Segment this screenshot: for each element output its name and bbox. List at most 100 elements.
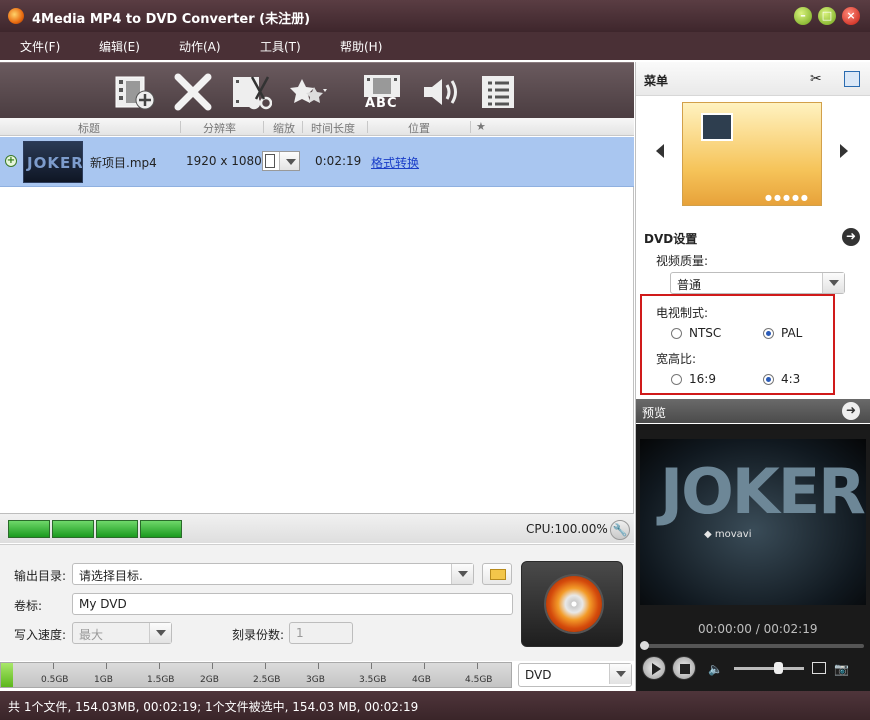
- quality-select[interactable]: 普通: [670, 272, 845, 294]
- capacity-tick-mark: [371, 663, 372, 669]
- col-resolution[interactable]: 分辨率: [203, 120, 236, 136]
- disc-capacity-bar: 0.5GB 1GB 1.5GB 2GB 2.5GB 3GB 3.5GB 4GB 4.5GB: [0, 662, 512, 688]
- capacity-tick-label: 1GB: [94, 675, 113, 685]
- menu-tools[interactable]: 工具(T): [260, 38, 301, 55]
- chevron-down-icon[interactable]: [609, 664, 631, 684]
- expand-icon[interactable]: +: [5, 155, 17, 167]
- col-duration[interactable]: 时间长度: [311, 120, 355, 136]
- chevron-down-icon[interactable]: [822, 273, 844, 293]
- radio-pal[interactable]: [763, 328, 774, 339]
- browse-folder-button[interactable]: [482, 563, 512, 585]
- play-button[interactable]: [642, 656, 666, 680]
- speed-select[interactable]: 最大: [72, 622, 172, 644]
- radio-16-9-label: 16:9: [689, 372, 716, 386]
- col-star[interactable]: ★: [476, 120, 486, 133]
- menu-action[interactable]: 动作(A): [179, 38, 221, 55]
- output-dir-combo[interactable]: 请选择目标.: [72, 563, 474, 585]
- capacity-tick-label: 4GB: [412, 675, 431, 685]
- radio-4-3-label: 4:3: [781, 372, 801, 386]
- capacity-tick-mark: [424, 663, 425, 669]
- capacity-tick-mark: [212, 663, 213, 669]
- meter-segment: [140, 520, 182, 538]
- snapshot-icon[interactable]: 📷: [834, 662, 849, 676]
- clip-button[interactable]: [230, 73, 273, 111]
- cpu-usage: CPU:100.00%: [526, 522, 608, 536]
- preview-time: 00:00:00 / 00:02:19: [698, 622, 818, 636]
- volume-slider[interactable]: [734, 667, 804, 670]
- radio-pal-label: PAL: [781, 326, 803, 340]
- menu-edit[interactable]: 编辑(E): [99, 38, 140, 55]
- title-bar: 4Media MP4 to DVD Converter (未注册) – □ ×: [0, 0, 870, 32]
- preview-video-text: JOKER: [660, 455, 866, 528]
- minimize-button[interactable]: –: [794, 7, 812, 25]
- settings-wrench-icon[interactable]: 🔧: [610, 520, 630, 540]
- chapters-button[interactable]: [478, 73, 520, 111]
- stop-button[interactable]: [672, 656, 696, 680]
- menu-help[interactable]: 帮助(H): [340, 38, 382, 55]
- meter-segment: [8, 520, 50, 538]
- chevron-left-icon[interactable]: [656, 144, 664, 158]
- dvd-menu-template-thumbnail[interactable]: ●●●●●: [682, 102, 822, 206]
- subtitle-label: ABC: [365, 96, 398, 111]
- fullscreen-icon[interactable]: [812, 662, 826, 674]
- table-row[interactable]: + JOKER 新项目.mp4 1920 x 1080 0:02:19 格式转换: [0, 137, 634, 187]
- volume-label: 卷标:: [14, 599, 43, 613]
- row-duration: 0:02:19: [315, 154, 362, 168]
- menu-layout-icon[interactable]: [844, 71, 860, 87]
- radio-16-9[interactable]: [671, 374, 682, 385]
- audio-button[interactable]: [420, 73, 462, 111]
- radio-ntsc-label: NTSC: [689, 326, 722, 340]
- delete-button[interactable]: [172, 73, 214, 111]
- radio-4-3[interactable]: [763, 374, 774, 385]
- row-location-link[interactable]: 格式转换: [371, 154, 419, 171]
- volume-icon[interactable]: 🔈: [708, 662, 723, 676]
- speed-value: 最大: [79, 628, 104, 642]
- col-title[interactable]: 标题: [78, 120, 100, 136]
- meter-segment: [52, 520, 94, 538]
- effects-button[interactable]: [288, 73, 330, 111]
- menu-tools-icon[interactable]: ✂: [810, 71, 822, 87]
- seek-handle[interactable]: [640, 641, 649, 650]
- volume-input[interactable]: My DVD: [72, 593, 513, 615]
- volume-handle[interactable]: [774, 662, 783, 674]
- capacity-tick-mark: [159, 663, 160, 669]
- arrow-right-icon[interactable]: ➜: [842, 228, 860, 246]
- tv-system-label: 电视制式:: [656, 306, 709, 320]
- capacity-tick-mark: [53, 663, 54, 669]
- output-dir-input[interactable]: 请选择目标.: [79, 569, 143, 583]
- chevron-right-icon[interactable]: [840, 144, 848, 158]
- row-resolution: 1920 x 1080: [186, 154, 262, 168]
- stop-icon: [680, 664, 690, 674]
- capacity-tick-mark: [265, 663, 266, 669]
- chevron-down-icon[interactable]: [149, 623, 171, 643]
- capacity-tick-label: 4.5GB: [465, 675, 493, 685]
- effects-icon: [290, 79, 327, 103]
- disc-type-select[interactable]: DVD: [518, 663, 632, 687]
- col-location[interactable]: 位置: [408, 120, 430, 136]
- copies-stepper[interactable]: 1: [289, 622, 353, 644]
- menu-file[interactable]: 文件(F): [20, 38, 60, 55]
- chevron-down-icon[interactable]: [451, 564, 473, 584]
- copies-label: 刻录份数:: [232, 628, 285, 642]
- subtitle-button[interactable]: ABC: [361, 73, 403, 111]
- zoom-select[interactable]: [262, 151, 300, 171]
- meter-segment: [96, 520, 138, 538]
- output-dir-label: 输出目录:: [14, 569, 67, 583]
- maximize-button[interactable]: □: [818, 7, 836, 25]
- chevron-down-icon[interactable]: [279, 152, 299, 170]
- row-title: 新项目.mp4: [90, 156, 157, 170]
- folder-icon: [490, 569, 506, 580]
- arrow-right-icon[interactable]: ➜: [842, 402, 860, 420]
- add-file-button[interactable]: [114, 73, 156, 111]
- close-button[interactable]: ×: [842, 7, 860, 25]
- radio-ntsc[interactable]: [671, 328, 682, 339]
- col-zoom[interactable]: 缩放: [273, 120, 295, 136]
- video-thumbnail: JOKER: [23, 141, 83, 183]
- capacity-tick-label: 1.5GB: [147, 675, 175, 685]
- play-icon: [652, 663, 661, 675]
- menu-thumbnail-dots: ●●●●●: [765, 193, 810, 202]
- seek-bar[interactable]: [642, 644, 864, 648]
- burn-button[interactable]: [521, 561, 623, 647]
- preview-screen: JOKER ◆ movavi: [640, 439, 866, 605]
- progress-strip: CPU:100.00% 🔧: [0, 513, 634, 543]
